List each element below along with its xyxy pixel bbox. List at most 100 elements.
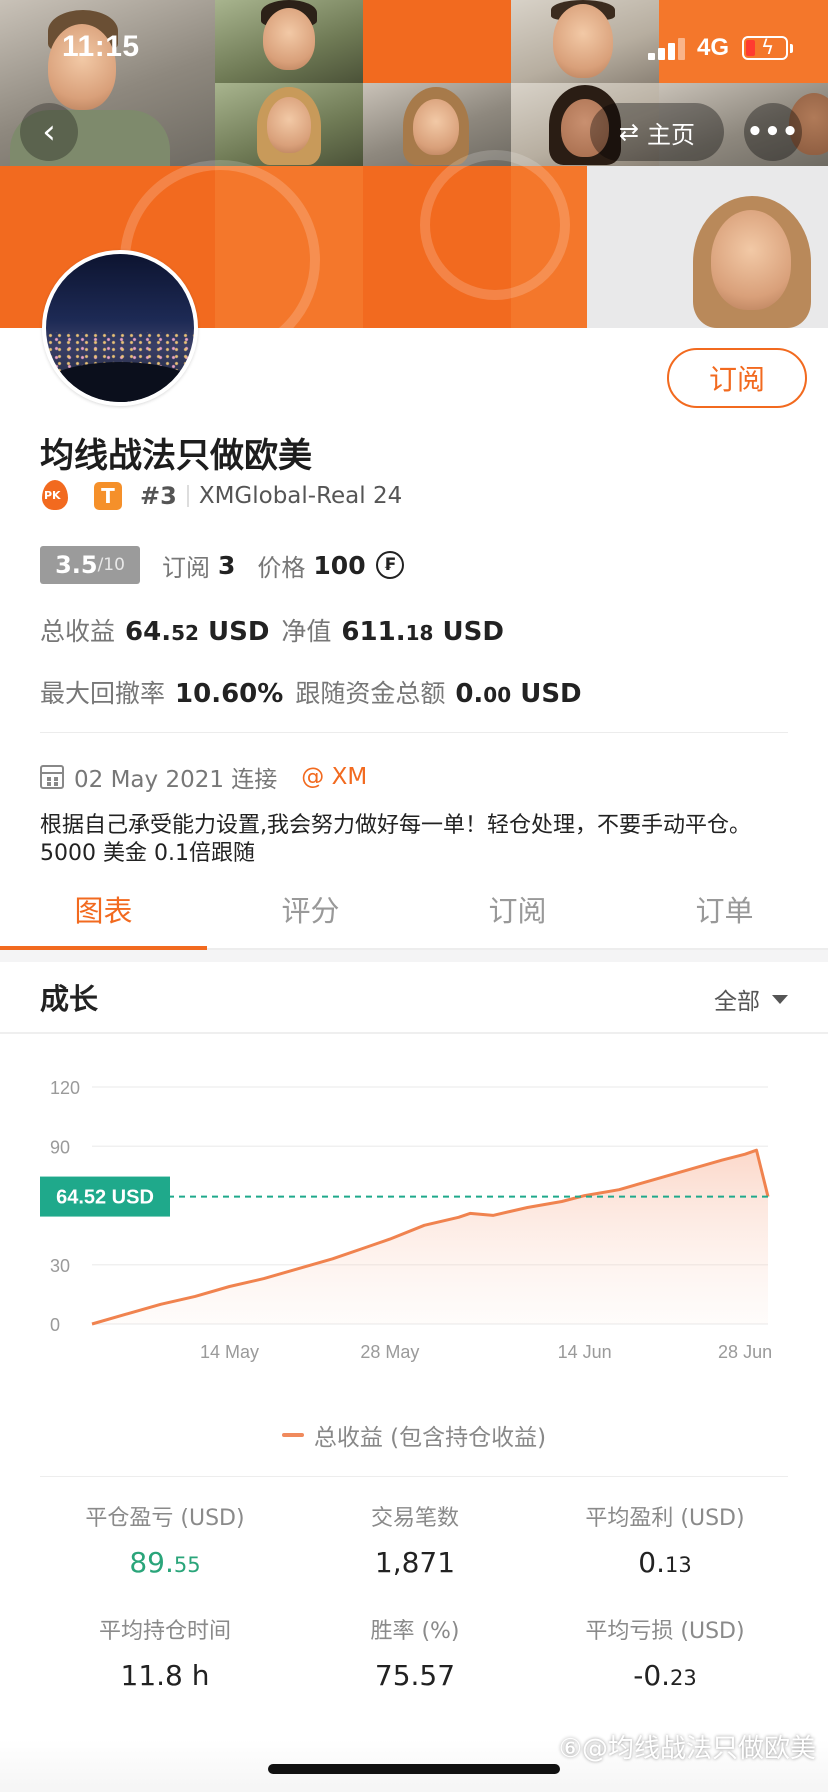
t-badge: T [94,482,122,510]
stat-value-int: 0. [638,1546,665,1579]
tab-bar: 图表 评分 订阅 订单 [0,870,828,950]
net-value-unit: USD [442,617,504,647]
caret-down-icon [772,994,788,1004]
stat-value: 11.8 h [40,1659,290,1692]
stat-value-dec: 55 [173,1553,201,1577]
stat-label: 平仓盈亏 (USD) [85,1506,245,1531]
legend-label: 总收益 (包含持仓收益) [313,1425,547,1451]
tab-chart[interactable]: 图表 [0,870,207,950]
network-type: 4G [697,34,730,61]
max-drawdown-value: 10.60% [175,679,284,709]
stat-value-int: 89. [129,1546,174,1579]
coin-icon: ₣ [375,551,404,579]
legend-swatch [281,1433,304,1437]
total-profit-value: 64.52 USD [125,617,269,647]
stat-cell: 胜率 (%) 75.57 [290,1613,540,1692]
signal-icon [648,38,686,60]
follow-funds-int: 0. [455,679,484,709]
net-value-label: 净值 [281,617,332,646]
price-label: 价格 [257,553,306,582]
subscriptions-count: 3 [218,550,236,580]
status-time: 11:15 [62,30,140,63]
tab-subscriptions[interactable]: 订阅 [414,870,621,948]
x-tick-label: 14 May [200,1342,259,1362]
score-value: 3.5 [55,551,98,579]
subscriptions-label: 订阅 [162,553,210,582]
server-name: XMGlobal-Real 24 [198,483,403,509]
status-bar: 11:15 4G ϟ [0,0,828,100]
follow-funds-label: 跟随资金总额 [295,679,446,708]
cover-photo-8 [587,166,828,328]
watermark: ⑥@均线战法只做欧美 [558,1734,816,1764]
stats-grid: 平仓盈亏 (USD) 89.55 交易笔数 1,871 平均盈利 (USD) 0.13 平均… [40,1500,790,1692]
x-tick-label: 28 May [360,1342,419,1362]
net-value-dec: 18 [405,621,434,645]
stat-cell: 平仓盈亏 (USD) 89.55 [40,1500,290,1579]
calendar-icon [40,765,64,789]
follow-funds-unit: USD [520,679,582,709]
growth-header: 成长 全部 [0,962,828,1034]
stat-value-dec: 13 [664,1553,692,1577]
pk-badge-label: PK [44,489,61,502]
more-button[interactable]: ••• [744,103,802,161]
battery-icon: ϟ [742,35,788,60]
score-scale: /10 [97,555,125,575]
section-gap [0,950,828,962]
growth-title: 成长 [40,982,99,1016]
stat-cell: 平均盈利 (USD) 0.13 [540,1500,790,1579]
stat-value-int: 1,871 [374,1546,456,1579]
tab-rating[interactable]: 评分 [207,870,414,948]
more-icon: ••• [746,117,800,147]
stat-value: 89.55 [40,1546,290,1579]
stat-label: 平均盈利 (USD) [585,1506,745,1531]
max-drawdown-label: 最大回撤率 [40,679,166,708]
stat-value-dec: 23 [670,1666,697,1690]
y-tick-label: 30 [50,1256,70,1276]
avatar[interactable] [42,250,198,406]
stat-label: 平均持仓时间 [98,1619,231,1644]
y-tick-label: 90 [50,1137,70,1157]
stat-value-int: -0. [633,1659,671,1692]
stat-cell: 交易笔数 1,871 [290,1500,540,1579]
range-filter-dropdown[interactable]: 全部 [714,982,788,1016]
follow-funds-value: 0.00 USD [455,679,581,709]
y-tick-label: 120 [50,1078,80,1098]
total-profit-label: 总收益 [40,617,116,646]
broker-link[interactable]: @ XM [301,764,367,790]
connected-date: 02 May 2021 连接 [74,767,278,793]
y-tick-label: 0 [50,1315,60,1335]
home-indicator[interactable] [268,1764,560,1774]
net-value-int: 611. [341,617,406,647]
stat-label: 平均亏损 (USD) [585,1619,745,1644]
pk-flame-icon: PK [40,480,70,512]
stat-value: -0.23 [540,1659,790,1692]
back-button[interactable]: ‹ [20,103,78,161]
profile-name: 均线战法只做欧美 [40,436,312,476]
net-value: 611.18 USD [341,617,503,647]
follow-funds-dec: 00 [483,683,512,707]
chevron-left-icon: ‹ [42,112,56,152]
tab-orders[interactable]: 订单 [621,870,828,948]
stat-value-int: 11.8 h [120,1659,210,1692]
rank: #3 [140,482,177,510]
total-profit-int: 64. [125,617,172,647]
x-tick-label: 28 Jun [718,1342,772,1362]
total-profit-dec: 52 [171,621,199,645]
chart-legend: 总收益 (包含持仓收益) [0,1418,828,1452]
x-tick-label: 14 Jun [558,1342,612,1362]
stat-value-int: 75.57 [374,1659,456,1692]
score-badge: 3.5/10 [40,546,140,584]
strategy-description: 根据自己承受能力设置,我会努力做好每一单！轻仓处理，不要手动平仓。5000 美金… [40,813,751,866]
stat-label: 交易笔数 [370,1506,459,1531]
connection-meta: 02 May 2021 连接 @ XM [40,760,367,794]
growth-chart[interactable]: 120 90 30 0 64.52 USD 14 May 28 May 14 Jun 28 Ju… [0,1040,828,1400]
home-button[interactable]: ⇄ 主页 [590,103,724,161]
profit-row: 总收益 64.52 USD 净值 611.18 USD [40,612,516,648]
subscribe-button[interactable]: 订阅 [667,348,807,408]
stat-value: 1,871 [290,1546,540,1579]
stat-cell: 平均持仓时间 11.8 h [40,1613,290,1692]
divider [40,732,788,733]
range-filter-label: 全部 [714,989,760,1015]
home-label: 主页 [647,120,696,149]
cover-decoration [420,150,570,300]
